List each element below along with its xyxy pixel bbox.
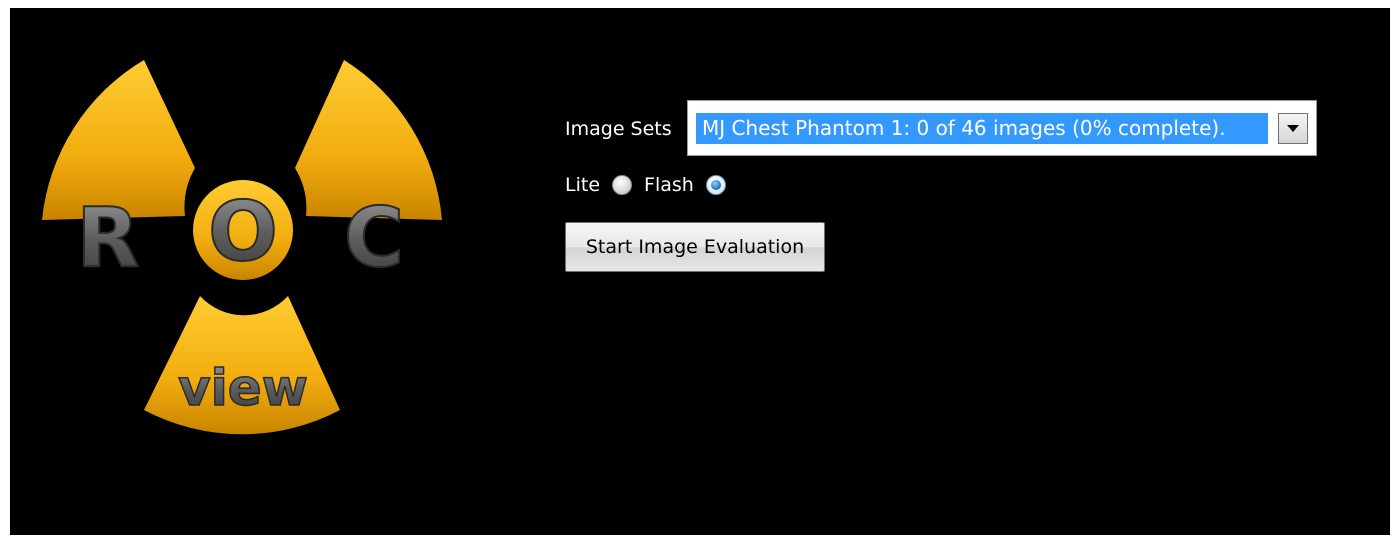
image-sets-selected-value[interactable]: MJ Chest Phantom 1: 0 of 46 images (0% c… bbox=[696, 113, 1268, 144]
roc-view-logo-graphic: R O C view bbox=[42, 60, 442, 435]
logo-letter-r: R bbox=[76, 191, 139, 286]
logo-letter-o: O bbox=[208, 185, 278, 280]
logo-word-view: view bbox=[178, 359, 308, 417]
roc-view-logo: R O C view bbox=[10, 8, 480, 468]
image-sets-select[interactable]: MJ Chest Phantom 1: 0 of 46 images (0% c… bbox=[687, 100, 1317, 156]
flash-radio[interactable] bbox=[705, 175, 726, 195]
logo-letter-c: C bbox=[344, 191, 404, 286]
lite-radio[interactable] bbox=[612, 175, 633, 195]
start-image-evaluation-button[interactable]: Start Image Evaluation bbox=[565, 222, 825, 272]
lite-label: Lite bbox=[565, 174, 601, 196]
mode-row: Lite Flash bbox=[565, 170, 738, 200]
app-frame: R O C view Image Sets MJ Chest Phantom 1… bbox=[10, 8, 1390, 535]
flash-label: Flash bbox=[644, 174, 694, 196]
image-sets-label: Image Sets bbox=[565, 118, 672, 140]
image-sets-row: Image Sets MJ Chest Phantom 1: 0 of 46 i… bbox=[565, 100, 1325, 160]
dropdown-arrow-icon[interactable] bbox=[1278, 113, 1308, 144]
